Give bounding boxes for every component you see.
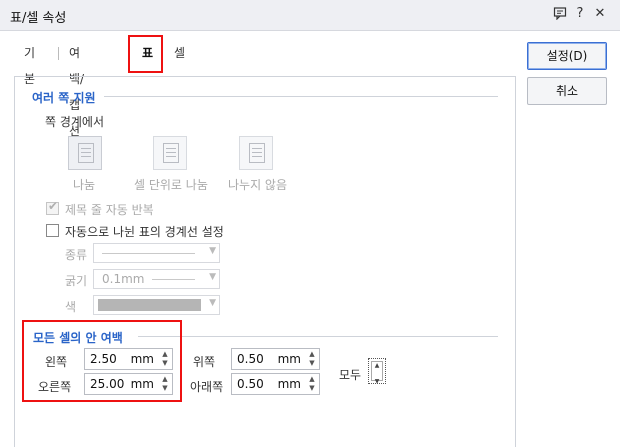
spin-arrows-icon: ▲ ▼ [371,361,383,385]
close-icon[interactable]: ✕ [592,6,608,22]
spin-arrows-icon[interactable]: ▲ ▼ [159,375,171,393]
bottom-margin-input[interactable]: 0.50 mm ▲ ▼ [231,373,320,395]
cancel-button[interactable]: 취소 [527,77,607,105]
left-margin-label: 왼쪽 [45,355,68,369]
split-option-button[interactable] [68,136,102,170]
line-color-label: 색 [65,300,77,314]
title-bar: 표/셀 속성 ? ✕ [0,0,620,31]
auto-border-label: 자동으로 나뉜 표의 경계선 설정 [65,225,224,239]
repeat-title-label: 제목 줄 자동 반복 [65,203,154,217]
line-color-select[interactable]: ▼ [93,295,220,315]
line-thickness-label: 굵기 [65,274,88,288]
right-margin-input[interactable]: 25.00 mm ▲ ▼ [84,373,173,395]
right-margin-value: 25.00 [90,377,125,391]
help-icon[interactable]: ? [572,6,588,22]
spin-arrows-icon[interactable]: ▲ ▼ [306,350,318,368]
split-by-cell-option-button[interactable] [153,136,187,170]
tab-cell[interactable]: 셀 [174,40,185,66]
tab-highlight-box [128,35,163,73]
all-margin-spinner[interactable]: ▲ ▼ [368,358,386,385]
split-option-label: 나눔 [73,178,96,192]
bottom-margin-label: 아래쪽 [190,380,224,394]
split-table-icon [78,143,94,163]
top-margin-unit: mm [277,352,301,366]
tab-basic[interactable]: 기본 [24,40,35,86]
group-divider [138,336,498,337]
tab-separator [58,47,59,60]
bottom-margin-unit: mm [277,377,301,391]
left-margin-unit: mm [130,352,154,366]
top-margin-label: 위쪽 [193,355,216,369]
right-margin-label: 오른쪽 [38,380,72,394]
right-margin-unit: mm [130,377,154,391]
spin-arrows-icon[interactable]: ▲ ▼ [159,350,171,368]
color-swatch [98,299,201,311]
window-title: 표/셀 속성 [10,11,67,26]
split-by-cell-icon [163,143,179,163]
left-margin-input[interactable]: 2.50 mm ▲ ▼ [84,348,173,370]
group-divider [104,96,498,97]
no-split-icon [249,143,265,163]
comment-icon[interactable] [552,6,568,22]
all-margin-label: 모두 [339,368,362,382]
chevron-down-icon: ▼ [209,298,216,308]
no-split-option-button[interactable] [239,136,273,170]
top-margin-value: 0.50 [237,352,264,366]
auto-border-checkbox[interactable] [46,224,59,237]
page-boundary-label: 쪽 경계에서 [45,115,105,129]
no-split-option-label: 나누지 않음 [228,178,288,192]
line-thickness-select[interactable]: 0.1mm ▼ [93,269,220,289]
split-by-cell-option-label: 셀 단위로 나눔 [134,178,208,192]
ok-button[interactable]: 설정(D) [527,42,607,70]
top-margin-input[interactable]: 0.50 mm ▲ ▼ [231,348,320,370]
left-margin-value: 2.50 [90,352,117,366]
checkmark-icon: ✔ [48,199,59,213]
multi-page-group-title: 여러 쪽 지원 [32,91,96,105]
line-type-select[interactable]: ▼ [93,243,220,263]
chevron-down-icon: ▼ [209,246,216,256]
line-thickness-value: 0.1mm [102,272,145,286]
bottom-margin-value: 0.50 [237,377,264,391]
tab-margin-caption[interactable]: 여백/캡션 [69,40,84,138]
chevron-down-icon: ▼ [209,272,216,282]
line-type-label: 종류 [65,248,88,262]
spin-arrows-icon[interactable]: ▲ ▼ [306,375,318,393]
repeat-title-checkbox[interactable]: ✔ [46,199,59,215]
